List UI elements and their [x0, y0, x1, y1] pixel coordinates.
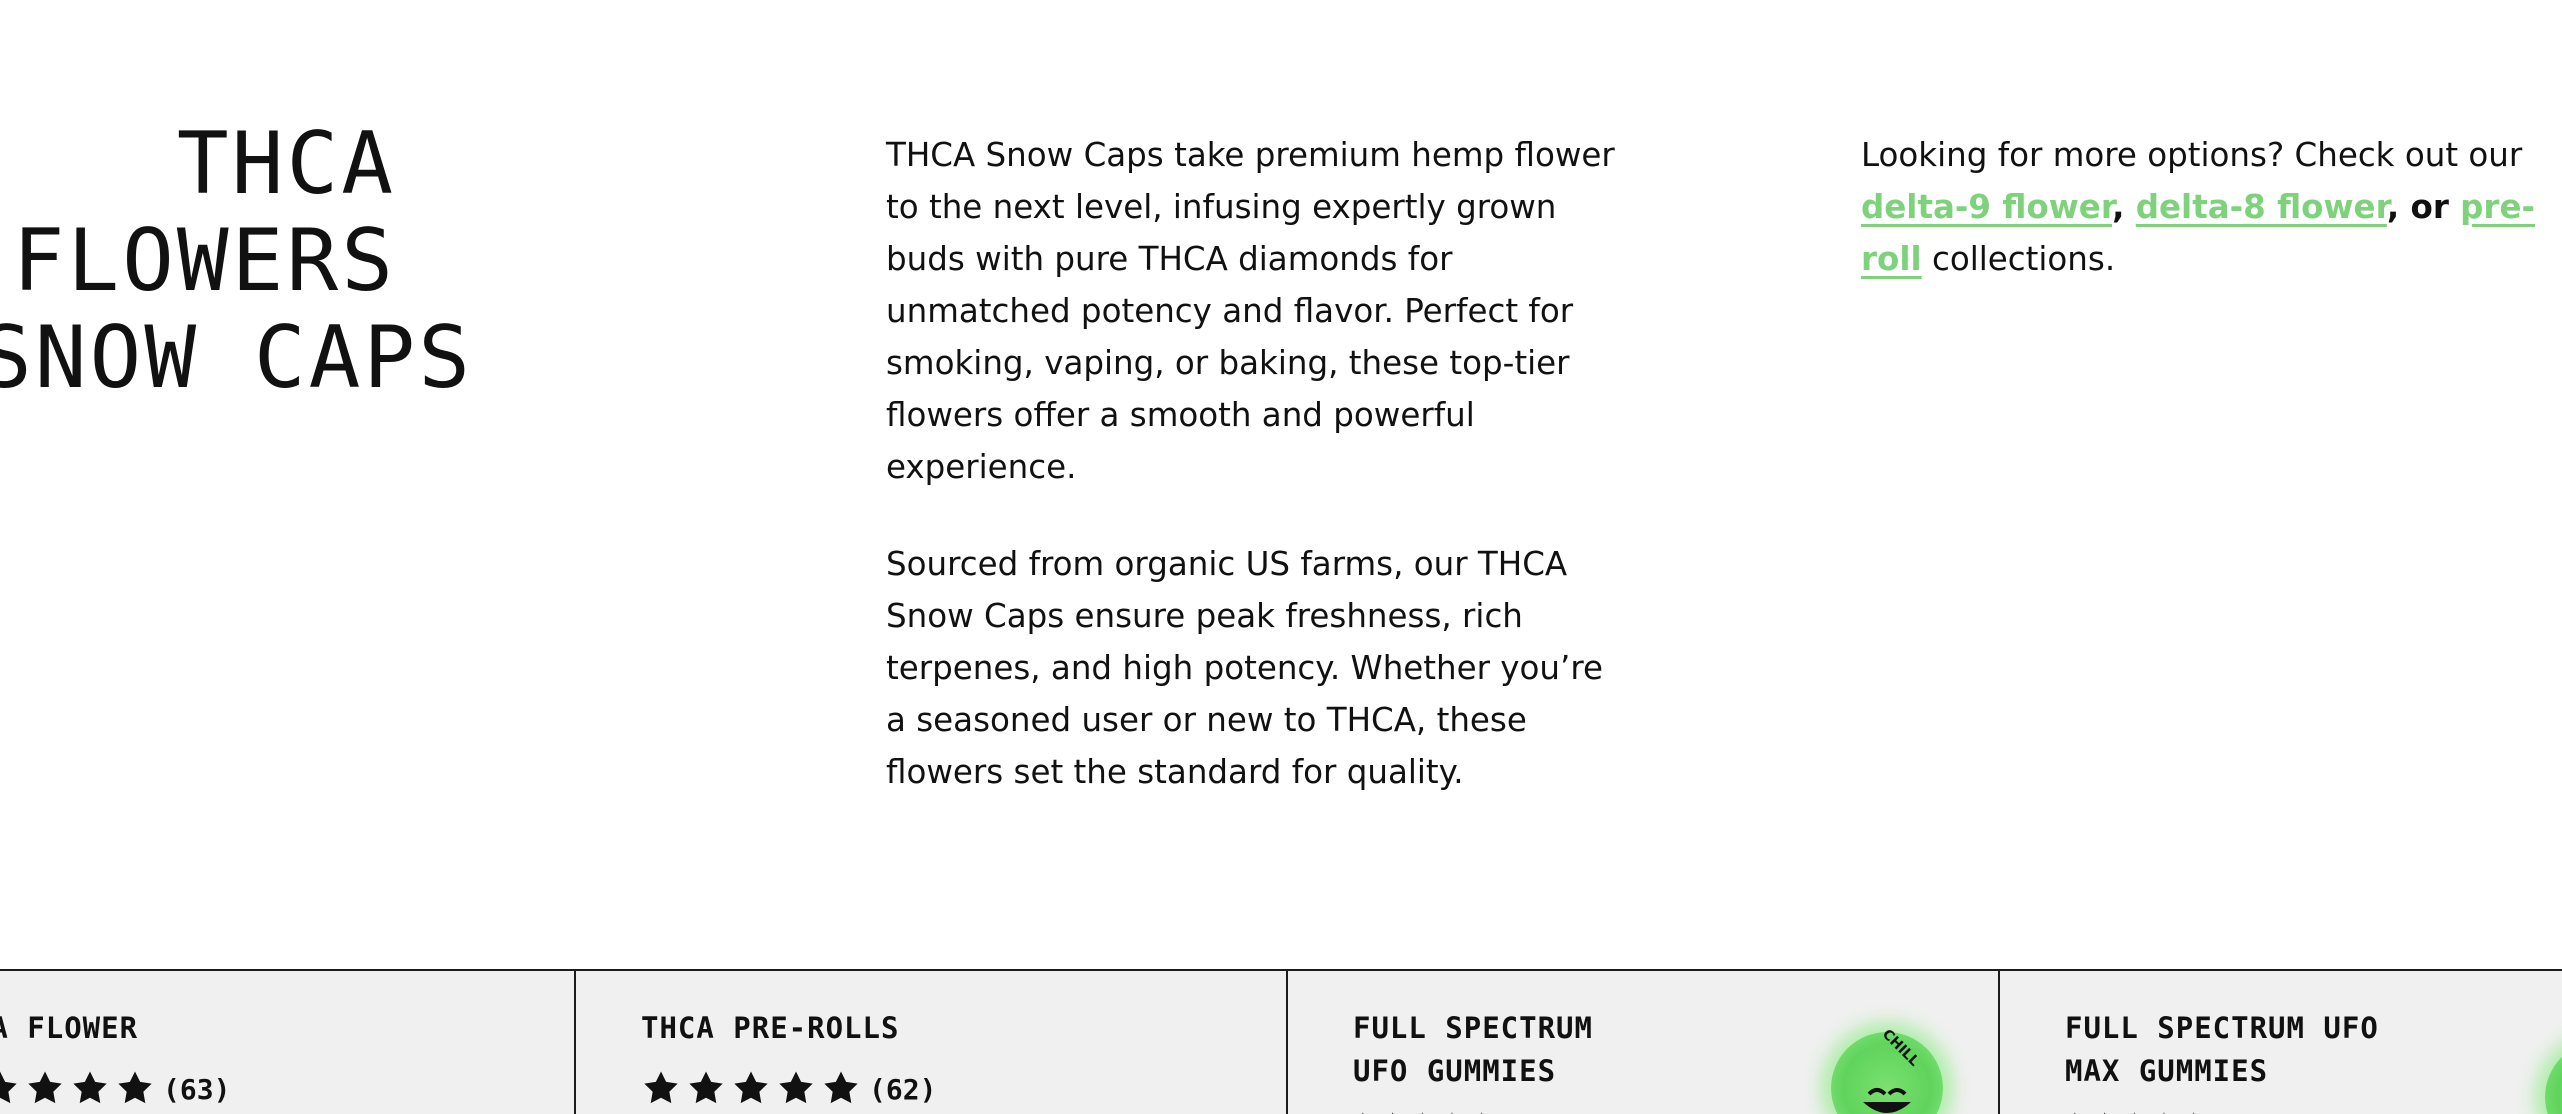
- intro-description: THCA Snow Caps take premium hemp flower …: [886, 129, 1621, 798]
- product-card-thca-flower[interactable]: THCA FLOWER (63): [0, 971, 574, 1114]
- more-options-tail: collections.: [1921, 240, 2116, 278]
- delta-8-flower-link[interactable]: delta-8 flower: [2136, 188, 2387, 226]
- star-icon: [25, 1069, 65, 1109]
- more-options-lead: Looking for more options? Check out our: [1861, 136, 2523, 174]
- relaxed-face-icon: [1859, 1080, 1915, 1114]
- star-icon: [776, 1069, 816, 1109]
- delta-9-flower-link[interactable]: delta-9 flower: [1861, 188, 2112, 226]
- product-card-ufo-gummies[interactable]: FULL SPECTRUM UFO GUMMIES ★★★★★ CHILL: [1288, 971, 1998, 1114]
- star-icon: [115, 1069, 155, 1109]
- badge-icon: [2545, 1041, 2562, 1114]
- product-title: FULL SPECTRUM UFO MAX GUMMIES: [2065, 1011, 2379, 1088]
- link-separator: , or: [2386, 188, 2461, 226]
- star-icon: [686, 1069, 726, 1109]
- product-rating: (62): [641, 1069, 936, 1109]
- rating-count: (62): [869, 1072, 937, 1106]
- product-carousel: THCA FLOWER (63) THCA PRE-ROLLS (62) FUL…: [0, 969, 2562, 1114]
- star-icon: [641, 1069, 681, 1109]
- star-icon: [731, 1069, 771, 1109]
- intro-paragraph-2: Sourced from organic US farms, our THCA …: [886, 545, 1603, 791]
- chill-badge: CHILL: [1831, 1026, 1943, 1114]
- star-icon: [70, 1069, 110, 1109]
- badge-label: CHILL: [1878, 1026, 1923, 1070]
- product-title: THCA FLOWER: [0, 1011, 139, 1045]
- page-heading: THCA FLOWERS SNOW CAPS: [0, 114, 473, 408]
- star-icon: [0, 1069, 20, 1109]
- star-icon: [821, 1069, 861, 1109]
- more-options-text: Looking for more options? Check out our …: [1861, 129, 2541, 285]
- link-separator: ,: [2112, 188, 2136, 226]
- intro-paragraph-1: THCA Snow Caps take premium hemp flower …: [886, 136, 1615, 486]
- product-rating: (63): [0, 1069, 230, 1109]
- product-title: THCA PRE-ROLLS: [641, 1011, 900, 1045]
- rating-count: (63): [163, 1072, 231, 1106]
- product-card-thca-pre-rolls[interactable]: THCA PRE-ROLLS (62): [576, 971, 1286, 1114]
- product-title: FULL SPECTRUM UFO GUMMIES: [1353, 1011, 1593, 1088]
- product-card-ufo-max-gummies[interactable]: FULL SPECTRUM UFO MAX GUMMIES ★★★★★: [2000, 971, 2562, 1114]
